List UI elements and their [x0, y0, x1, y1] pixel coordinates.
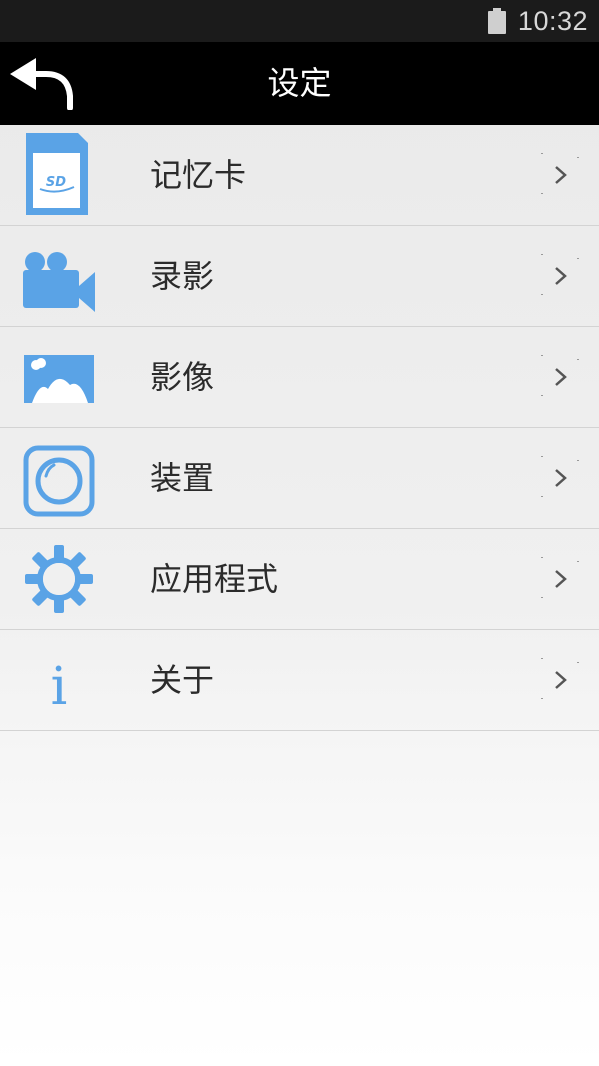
- status-time: 10:32: [517, 6, 588, 36]
- settings-item-label: 录影: [150, 257, 215, 295]
- settings-item-label: 影像: [150, 358, 215, 396]
- settings-item-memory-card[interactable]: SD 记忆卡: [0, 125, 599, 226]
- chevron-right-icon: [550, 466, 572, 490]
- settings-item-about[interactable]: i 关于: [0, 630, 599, 731]
- settings-item-label: 装置: [150, 459, 215, 497]
- device-icon: [18, 434, 100, 522]
- chevron-right-icon: [550, 668, 572, 692]
- chevron-right-icon: [550, 163, 572, 187]
- app-bar: 设定: [0, 42, 599, 125]
- settings-item-device[interactable]: 装置: [0, 428, 599, 529]
- gear-icon: [18, 535, 100, 623]
- settings-item-label: 关于: [150, 661, 215, 699]
- settings-item-video[interactable]: 录影: [0, 226, 599, 327]
- settings-item-label: 应用程式: [150, 560, 279, 598]
- battery-icon: [487, 8, 507, 34]
- page-title: 设定: [267, 64, 332, 102]
- info-icon: i: [18, 636, 100, 724]
- chevron-right-icon: [550, 365, 572, 389]
- settings-list: SD 记忆卡 录影 影像 装置 应用程式 i 关于: [0, 125, 599, 731]
- settings-item-image[interactable]: 影像: [0, 327, 599, 428]
- settings-item-application[interactable]: 应用程式: [0, 529, 599, 630]
- svg-text:SD: SD: [46, 175, 66, 190]
- settings-item-label: 记忆卡: [150, 156, 247, 194]
- svg-text:i: i: [51, 657, 68, 717]
- image-icon: [18, 333, 100, 421]
- chevron-right-icon: [550, 567, 572, 591]
- chevron-right-icon: [550, 264, 572, 288]
- video-camera-icon: [18, 232, 100, 320]
- status-bar: 10:32: [0, 0, 599, 42]
- sd-card-icon: SD: [18, 131, 100, 219]
